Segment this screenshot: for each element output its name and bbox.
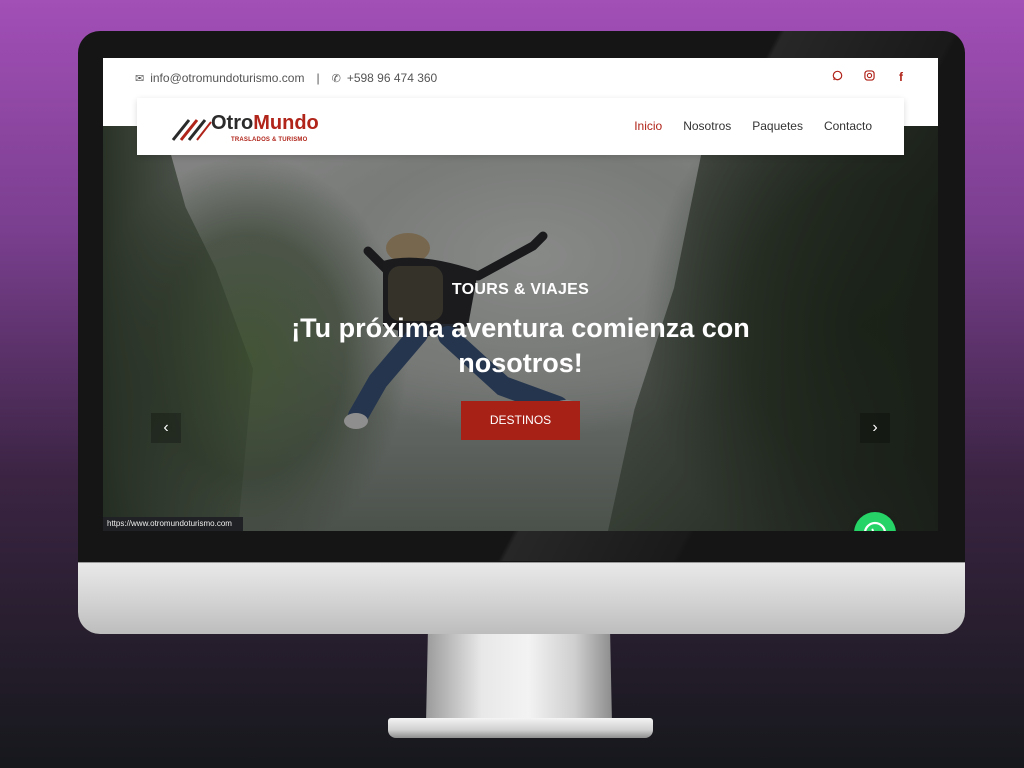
logo-tagline: TRASLADOS & TURISMO — [231, 137, 308, 143]
social-links: f — [830, 70, 908, 84]
browser-status-url: https://www.otromundoturismo.com — [103, 517, 243, 531]
nav-item-nosotros[interactable]: Nosotros — [683, 119, 731, 133]
hero-slider: TOURS & VIAJES ¡Tu próxima aventura comi… — [103, 126, 938, 531]
monitor-stand — [426, 634, 612, 724]
nav-item-paquetes[interactable]: Paquetes — [752, 119, 803, 133]
main-navbar: OtroMundo TRASLADOS & TURISMO Inicio Nos… — [137, 98, 904, 155]
destinos-button[interactable]: DESTINOS — [461, 401, 580, 440]
whatsapp-icon — [864, 521, 886, 531]
nav-item-inicio[interactable]: Inicio — [634, 119, 662, 133]
facebook-icon[interactable]: f — [894, 70, 908, 84]
contact-email[interactable]: info@otromundoturismo.com — [150, 71, 304, 85]
whatsapp-icon[interactable] — [830, 70, 844, 84]
envelope-icon: ✉ — [135, 72, 145, 85]
monitor-stand-base — [388, 718, 653, 738]
hero-content: TOURS & VIAJES ¡Tu próxima aventura comi… — [103, 281, 938, 440]
nav-menu: Inicio Nosotros Paquetes Contacto — [634, 119, 872, 133]
hero-subtitle: TOURS & VIAJES — [451, 281, 590, 298]
contact-separator: | — [316, 71, 320, 85]
otromundo-logo[interactable]: OtroMundo TRASLADOS & TURISMO — [171, 110, 326, 146]
logo-stripes-icon — [171, 119, 212, 141]
hero-title: ¡Tu próxima aventura comienza con nosotr… — [103, 311, 938, 381]
logo-name: OtroMundo — [211, 112, 319, 135]
slider-next-arrow[interactable]: › — [860, 413, 890, 443]
instagram-icon[interactable] — [862, 70, 876, 84]
contact-phone[interactable]: +598 96 474 360 — [347, 71, 437, 85]
phone-icon: ✆ — [331, 72, 341, 85]
top-contact-bar: ✉ info@otromundoturismo.com | ✆ +598 96 … — [103, 58, 938, 98]
nav-item-contacto[interactable]: Contacto — [824, 119, 872, 133]
slider-prev-arrow[interactable]: ‹ — [151, 413, 181, 443]
hero-title-text: ¡Tu próxima aventura comienza con nosotr… — [291, 313, 750, 378]
logo-name-mundo: Mundo — [253, 112, 319, 134]
monitor-chin — [78, 562, 965, 634]
logo-name-otro: Otro — [211, 112, 254, 134]
website-screen: TOURS & VIAJES ¡Tu próxima aventura comi… — [103, 58, 938, 531]
